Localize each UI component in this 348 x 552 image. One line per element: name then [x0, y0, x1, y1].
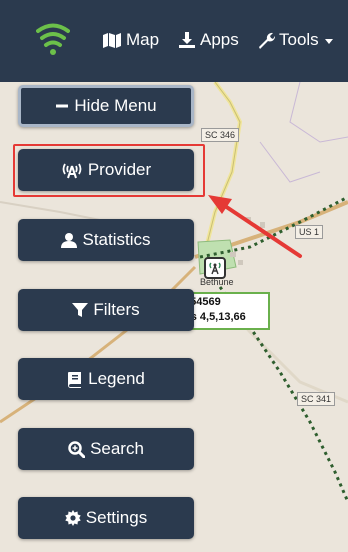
hide-menu-button[interactable]: Hide Menu	[18, 85, 194, 127]
filters-button[interactable]: Filters	[18, 289, 194, 331]
top-navbar: Map Apps Tools	[0, 0, 348, 82]
map-icon	[103, 33, 121, 48]
nav-map-label: Map	[126, 30, 160, 49]
gear-icon	[65, 510, 81, 526]
nav-tools-dropdown[interactable]: Tools	[257, 28, 333, 52]
search-button[interactable]: Search	[18, 428, 194, 470]
wrench-icon	[259, 32, 275, 49]
filter-icon	[72, 303, 89, 317]
popup-line-2: ds 4,5,13,66	[184, 311, 246, 323]
legend-label: Legend	[88, 369, 145, 388]
settings-label: Settings	[85, 508, 148, 527]
search-label: Search	[90, 439, 144, 458]
nav-tools-label: Tools	[279, 30, 319, 49]
settings-button[interactable]: Settings	[18, 497, 194, 539]
hide-menu-label: Hide Menu	[74, 96, 157, 115]
cell-tower-marker-icon[interactable]	[204, 257, 226, 279]
nav-apps-link[interactable]: Apps	[178, 28, 239, 52]
wifi-signal-icon[interactable]	[36, 22, 70, 56]
statistics-button[interactable]: Statistics	[18, 219, 194, 261]
filters-label: Filters	[93, 300, 140, 319]
minus-icon	[56, 104, 69, 108]
chevron-down-icon	[324, 38, 333, 44]
search-icon	[68, 440, 86, 458]
book-icon	[68, 371, 82, 388]
statistics-label: Statistics	[82, 230, 151, 249]
provider-highlight-box	[13, 144, 205, 197]
user-icon	[61, 233, 78, 248]
legend-button[interactable]: Legend	[18, 358, 194, 400]
road-label: SC 341	[297, 392, 336, 406]
road-label: SC 346	[201, 128, 240, 142]
nav-apps-label: Apps	[200, 30, 239, 49]
road-label: US 1	[295, 225, 324, 239]
download-icon	[179, 32, 195, 48]
popup-line-1: 154569	[184, 296, 221, 308]
nav-map-link[interactable]: Map	[102, 28, 159, 52]
